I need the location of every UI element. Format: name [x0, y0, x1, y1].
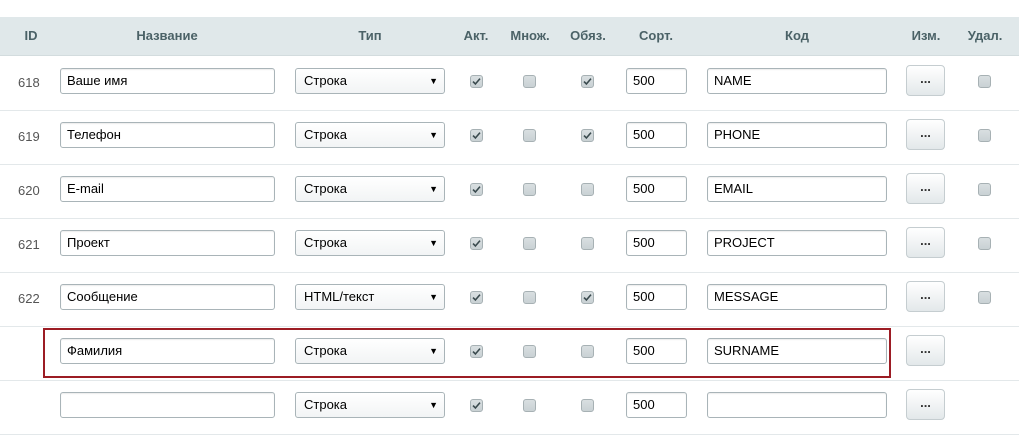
column-header-required: Обяз. [570, 28, 606, 43]
table-row: 619 Телефон Строка ▼ 500 PHONE... [0, 110, 1019, 165]
name-input[interactable]: Сообщение [60, 284, 275, 310]
triangle-down-icon: ▼ [429, 238, 438, 248]
column-header-sort: Сорт. [639, 28, 673, 43]
sort-input[interactable]: 500 [626, 392, 687, 418]
required-checkbox[interactable] [581, 237, 594, 250]
edit-button[interactable]: ... [906, 227, 945, 258]
name-input[interactable]: Ваше имя [60, 68, 275, 94]
code-input[interactable]: PROJECT [707, 230, 887, 256]
delete-checkbox[interactable] [978, 183, 991, 196]
multiple-checkbox[interactable] [523, 291, 536, 304]
type-select[interactable]: Строка ▼ [295, 176, 445, 202]
type-select-value: Строка [304, 235, 348, 250]
table-row: 621 Проект Строка ▼ 500 PROJECT... [0, 218, 1019, 273]
name-input[interactable]: Телефон [60, 122, 275, 148]
code-input[interactable]: PHONE [707, 122, 887, 148]
column-header-active: Акт. [463, 28, 489, 43]
row-id: 620 [18, 183, 40, 198]
edit-button[interactable]: ... [906, 65, 945, 96]
active-checkbox[interactable] [470, 129, 483, 142]
triangle-down-icon: ▼ [429, 184, 438, 194]
active-checkbox[interactable] [470, 399, 483, 412]
column-header-name: Название [136, 28, 198, 43]
delete-checkbox[interactable] [978, 75, 991, 88]
sort-input[interactable]: 500 [626, 122, 687, 148]
edit-button[interactable]: ... [906, 389, 945, 420]
code-input[interactable]: EMAIL [707, 176, 887, 202]
name-input[interactable]: E-mail [60, 176, 275, 202]
sort-input[interactable]: 500 [626, 230, 687, 256]
type-select-value: Строка [304, 127, 348, 142]
type-select-value: Строка [304, 181, 348, 196]
type-select[interactable]: Строка ▼ [295, 230, 445, 256]
sort-input[interactable]: 500 [626, 284, 687, 310]
active-checkbox[interactable] [470, 291, 483, 304]
type-select-value: HTML/текст [304, 289, 375, 304]
edit-button[interactable]: ... [906, 335, 945, 366]
type-select-value: Строка [304, 73, 348, 88]
delete-checkbox[interactable] [978, 129, 991, 142]
delete-checkbox[interactable] [978, 291, 991, 304]
type-select-value: Строка [304, 397, 348, 412]
active-checkbox[interactable] [470, 75, 483, 88]
code-input[interactable]: NAME [707, 68, 887, 94]
row-id: 618 [18, 75, 40, 90]
table-row: 622 Сообщение HTML/текст ▼ 500 MESSAGE... [0, 272, 1019, 327]
column-header-code: Код [785, 28, 809, 43]
name-input[interactable] [60, 392, 275, 418]
type-select[interactable]: Строка ▼ [295, 392, 445, 418]
multiple-checkbox[interactable] [523, 129, 536, 142]
triangle-down-icon: ▼ [429, 292, 438, 302]
table-row: 620 E-mail Строка ▼ 500 EMAIL... [0, 164, 1019, 219]
delete-checkbox[interactable] [978, 237, 991, 250]
required-checkbox[interactable] [581, 183, 594, 196]
highlight-frame [43, 328, 891, 378]
row-id: 622 [18, 291, 40, 306]
sort-input[interactable]: 500 [626, 68, 687, 94]
column-header-edit: Изм. [911, 28, 941, 43]
type-select[interactable]: Строка ▼ [295, 122, 445, 148]
required-checkbox[interactable] [581, 291, 594, 304]
required-checkbox[interactable] [581, 129, 594, 142]
multiple-checkbox[interactable] [523, 237, 536, 250]
active-checkbox[interactable] [470, 183, 483, 196]
edit-button[interactable]: ... [906, 119, 945, 150]
row-id: 619 [18, 129, 40, 144]
code-input[interactable] [707, 392, 887, 418]
sort-input[interactable]: 500 [626, 176, 687, 202]
multiple-checkbox[interactable] [523, 183, 536, 196]
edit-button[interactable]: ... [906, 173, 945, 204]
code-input[interactable]: MESSAGE [707, 284, 887, 310]
column-header-id: ID [24, 28, 38, 43]
column-header-type: Тип [358, 28, 382, 43]
column-header-delete: Удал. [967, 28, 1003, 43]
triangle-down-icon: ▼ [429, 400, 438, 410]
column-header-multiple: Множ. [510, 28, 550, 43]
multiple-checkbox[interactable] [523, 75, 536, 88]
table-header: ID Название Тип Акт. Множ. Обяз. Сорт. К… [0, 17, 1019, 56]
name-input[interactable]: Проект [60, 230, 275, 256]
type-select[interactable]: Строка ▼ [295, 68, 445, 94]
required-checkbox[interactable] [581, 75, 594, 88]
triangle-down-icon: ▼ [429, 76, 438, 86]
active-checkbox[interactable] [470, 237, 483, 250]
triangle-down-icon: ▼ [429, 130, 438, 140]
required-checkbox[interactable] [581, 399, 594, 412]
table-row: 618 Ваше имя Строка ▼ 500 NAME... [0, 56, 1019, 111]
row-id: 621 [18, 237, 40, 252]
multiple-checkbox[interactable] [523, 399, 536, 412]
edit-button[interactable]: ... [906, 281, 945, 312]
table-row: Строка ▼ 500... [0, 380, 1019, 435]
type-select[interactable]: HTML/текст ▼ [295, 284, 445, 310]
